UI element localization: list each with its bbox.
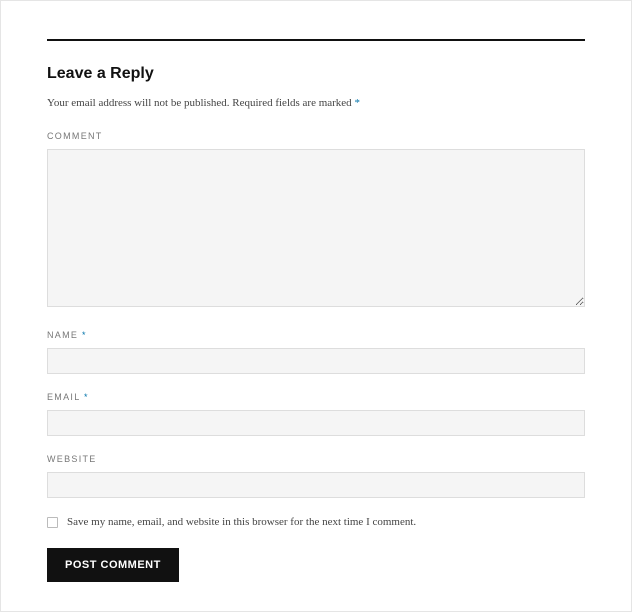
name-field-group: NAME * (47, 330, 585, 374)
required-asterisk-icon: * (354, 97, 360, 109)
reply-heading: Leave a Reply (47, 65, 585, 83)
consent-label: Save my name, email, and website in this… (67, 516, 416, 528)
comment-field-group: COMMENT (47, 131, 585, 312)
post-comment-button[interactable]: POST COMMENT (47, 548, 179, 582)
website-input[interactable] (47, 472, 585, 498)
required-asterisk-icon: * (82, 330, 87, 340)
form-notes: Your email address will not be published… (47, 97, 585, 109)
consent-checkbox[interactable] (47, 517, 58, 528)
email-input[interactable] (47, 410, 585, 436)
note-required: Required fields are marked (232, 97, 354, 109)
comment-input[interactable] (47, 149, 585, 307)
website-label: WEBSITE (47, 454, 585, 464)
name-label: NAME * (47, 330, 585, 340)
website-field-group: WEBSITE (47, 454, 585, 498)
comment-label: COMMENT (47, 131, 585, 141)
required-asterisk-icon: * (84, 392, 89, 402)
note-email: Your email address will not be published… (47, 97, 230, 109)
consent-row: Save my name, email, and website in this… (47, 516, 585, 528)
comment-form-container: Leave a Reply Your email address will no… (0, 0, 632, 612)
top-divider (47, 39, 585, 41)
name-input[interactable] (47, 348, 585, 374)
email-field-group: EMAIL * (47, 392, 585, 436)
email-label: EMAIL * (47, 392, 585, 402)
